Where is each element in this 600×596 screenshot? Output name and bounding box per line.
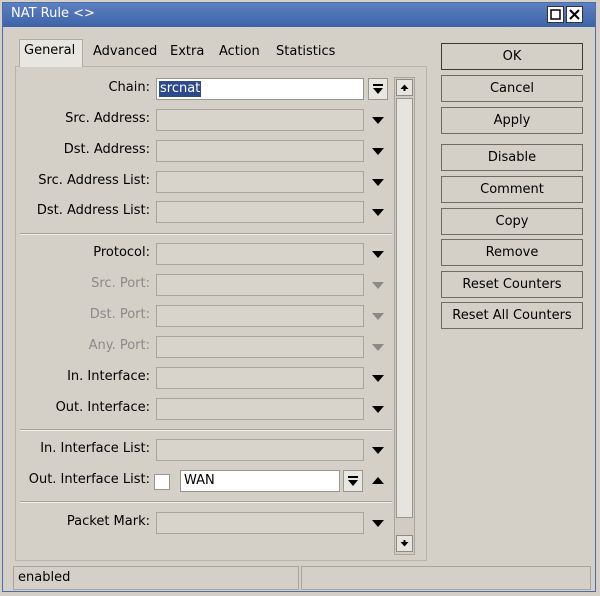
protocol-dropdown-arrow-icon[interactable]	[372, 251, 384, 258]
chain-input[interactable]: srcnat	[156, 78, 364, 100]
out-interface-list-label: Out. Interface List:	[28, 472, 150, 487]
scroll-down-icon[interactable]	[396, 535, 413, 552]
dst-address-input[interactable]	[156, 140, 364, 162]
chain-value: srcnat	[159, 81, 202, 97]
cancel-button[interactable]: Cancel	[441, 75, 583, 102]
chain-dropdown-button[interactable]	[368, 78, 388, 100]
scrollbar-thumb[interactable]	[396, 98, 413, 518]
tab-advanced[interactable]: Advanced	[89, 41, 161, 65]
src-address-list-dropdown-arrow-icon[interactable]	[372, 179, 384, 186]
reset-all-counters-button[interactable]: Reset All Counters	[441, 302, 583, 329]
tab-action[interactable]: Action	[215, 41, 264, 65]
in-interface-label: In. Interface:	[67, 369, 150, 384]
disable-button[interactable]: Disable	[441, 144, 583, 171]
status-bar: enabled	[13, 566, 591, 590]
apply-button[interactable]: Apply	[441, 107, 583, 134]
out-interface-dropdown-arrow-icon[interactable]	[372, 406, 384, 413]
any-port-input	[156, 336, 364, 358]
out-interface-list-dropdown-button[interactable]	[343, 470, 363, 492]
packet-mark-dropdown-arrow-icon[interactable]	[372, 520, 384, 527]
src-port-input	[156, 274, 364, 296]
out-interface-input[interactable]	[156, 398, 364, 420]
ok-button[interactable]: OK	[441, 43, 583, 70]
tab-general[interactable]: General	[19, 39, 83, 67]
general-panel: Chain: srcnat Src. Address: Dst. Address…	[15, 66, 427, 561]
in-interface-dropdown-arrow-icon[interactable]	[372, 375, 384, 382]
dst-port-dropdown-arrow-icon	[372, 313, 384, 320]
src-address-list-label: Src. Address List:	[38, 173, 150, 188]
dst-address-list-dropdown-arrow-icon[interactable]	[372, 209, 384, 216]
in-interface-list-input[interactable]	[156, 439, 364, 461]
src-address-label: Src. Address:	[65, 111, 150, 126]
in-interface-list-dropdown-arrow-icon[interactable]	[372, 447, 384, 454]
vertical-scrollbar[interactable]	[394, 77, 415, 555]
tab-statistics[interactable]: Statistics	[272, 41, 339, 65]
comment-button[interactable]: Comment	[441, 176, 583, 203]
dst-port-input	[156, 305, 364, 327]
packet-mark-label: Packet Mark:	[66, 514, 150, 529]
packet-mark-input[interactable]	[156, 512, 364, 534]
tab-container: General Advanced Extra Action Statistics…	[11, 33, 427, 563]
nat-rule-window: NAT Rule <> General Advanced Extra Actio…	[2, 2, 596, 592]
reset-counters-button[interactable]: Reset Counters	[441, 271, 583, 298]
separator	[20, 501, 392, 503]
dst-address-label: Dst. Address:	[63, 142, 150, 157]
status-text: enabled	[13, 566, 299, 590]
in-interface-input[interactable]	[156, 367, 364, 389]
title-bar[interactable]: NAT Rule <>	[3, 3, 595, 27]
src-address-input[interactable]	[156, 109, 364, 131]
close-icon[interactable]	[566, 6, 583, 23]
status-secondary	[301, 566, 591, 590]
separator	[20, 233, 392, 235]
out-interface-list-value: WAN	[184, 473, 215, 488]
dst-address-list-label: Dst. Address List:	[36, 203, 150, 218]
dst-port-label: Dst. Port:	[89, 307, 150, 322]
protocol-input[interactable]	[156, 243, 364, 265]
any-port-dropdown-arrow-icon	[372, 344, 384, 351]
dst-address-dropdown-arrow-icon[interactable]	[372, 148, 384, 155]
src-port-label: Src. Port:	[91, 276, 150, 291]
tab-extra[interactable]: Extra	[166, 41, 208, 65]
chain-label: Chain:	[108, 80, 150, 95]
src-address-list-input[interactable]	[156, 171, 364, 193]
separator	[20, 429, 392, 431]
dst-address-list-input[interactable]	[156, 201, 364, 223]
window-title: NAT Rule <>	[11, 6, 95, 21]
protocol-label: Protocol:	[93, 245, 150, 260]
out-interface-list-input[interactable]: WAN	[180, 470, 340, 492]
any-port-label: Any. Port:	[88, 338, 150, 353]
remove-button[interactable]: Remove	[441, 239, 583, 266]
src-address-dropdown-arrow-icon[interactable]	[372, 117, 384, 124]
copy-button[interactable]: Copy	[441, 208, 583, 235]
out-interface-list-invert-checkbox[interactable]	[154, 474, 170, 490]
src-port-dropdown-arrow-icon	[372, 282, 384, 289]
scroll-up-icon[interactable]	[396, 79, 413, 96]
in-interface-list-label: In. Interface List:	[40, 441, 150, 456]
collapse-up-arrow-icon[interactable]	[372, 477, 384, 484]
out-interface-label: Out. Interface:	[55, 400, 150, 415]
maximize-icon[interactable]	[547, 6, 564, 23]
